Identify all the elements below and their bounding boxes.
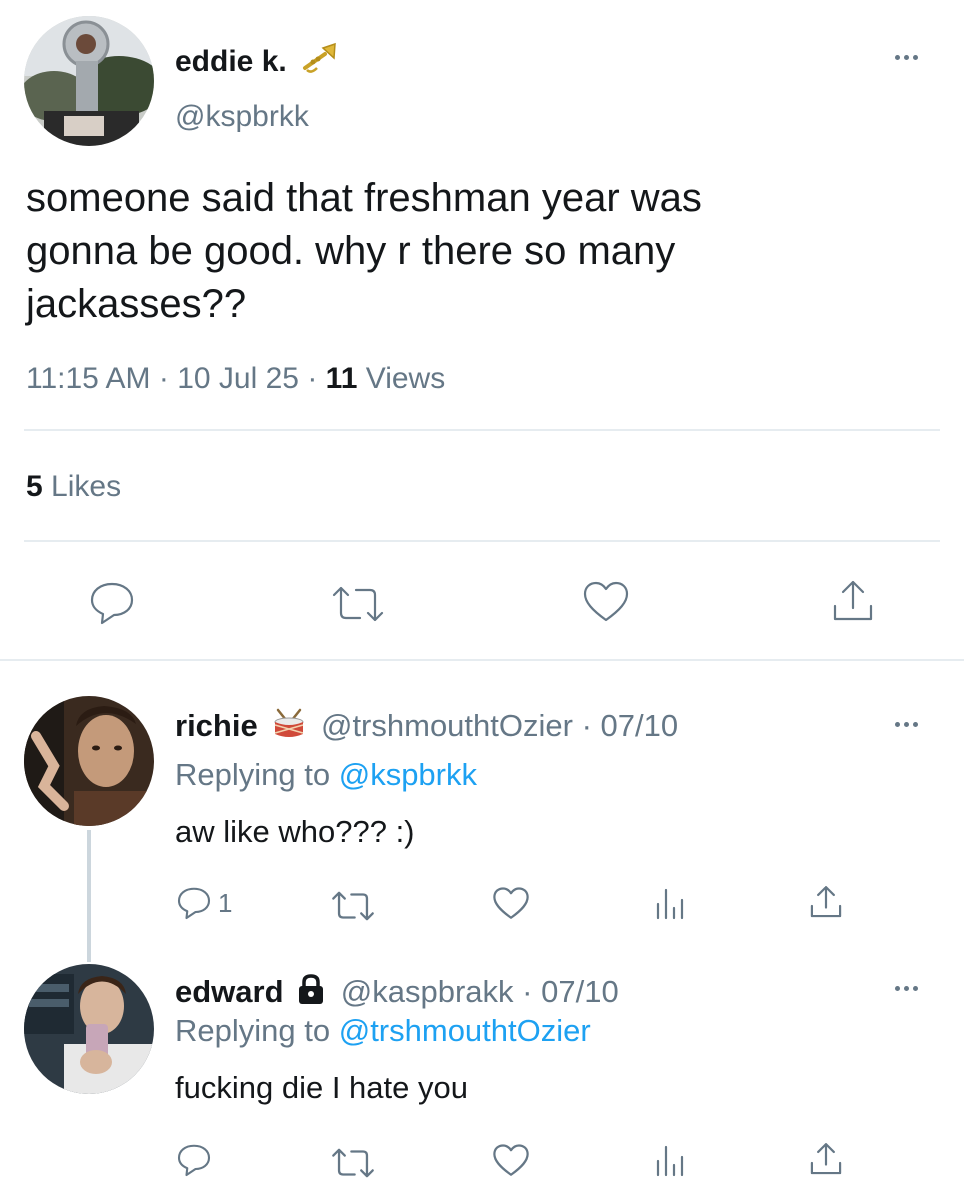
tweet-text-line: someone said that freshman year was <box>26 176 702 220</box>
share-button[interactable] <box>830 578 876 629</box>
divider <box>0 659 964 661</box>
tweet-text-line: gonna be good. why r there so many <box>26 229 676 273</box>
views-stat[interactable]: 11 Views <box>326 362 446 395</box>
retweet-button[interactable] <box>330 585 386 628</box>
avatar-edward[interactable] <box>24 964 154 1094</box>
reply-header: richie @trshmouthtOzier · 07/10 <box>175 708 678 748</box>
share-icon <box>810 886 842 918</box>
author-name[interactable]: eddie k. <box>175 42 339 84</box>
lock-icon <box>296 973 326 1013</box>
analytics-button[interactable] <box>654 886 686 925</box>
more-options-button[interactable] <box>895 722 918 727</box>
share-button[interactable] <box>808 884 844 925</box>
reply-icon <box>177 1144 211 1177</box>
reply-text: aw like who??? :) <box>175 814 415 849</box>
replying-to: Replying to @kspbrkk <box>175 757 477 792</box>
heart-icon <box>493 1144 529 1176</box>
thread-line <box>87 830 91 962</box>
avatar-richie[interactable] <box>24 696 154 826</box>
more-options-button[interactable] <box>895 55 918 60</box>
heart-icon <box>583 581 629 622</box>
reply-date: 07/10 <box>541 974 619 1009</box>
tweet-date: 10 Jul 25 <box>177 362 299 395</box>
divider <box>24 540 940 542</box>
retweet-button[interactable] <box>330 890 376 927</box>
retweet-button[interactable] <box>330 1147 376 1184</box>
reply-text: fucking die I hate you <box>175 1070 468 1105</box>
divider <box>24 429 940 431</box>
retweet-icon <box>332 1148 374 1178</box>
reply-icon <box>177 887 211 920</box>
replying-to-link[interactable]: @trshmouthtOzier <box>339 1013 591 1048</box>
tweet-text: someone said that freshman year was gonn… <box>26 172 926 331</box>
reply-handle[interactable]: @kaspbrakk <box>341 974 514 1009</box>
reply-button[interactable] <box>176 1142 212 1183</box>
like-button[interactable] <box>582 580 630 629</box>
tweet-text-line: jackasses?? <box>26 282 247 326</box>
heart-icon <box>493 887 529 919</box>
like-button[interactable] <box>492 1143 530 1183</box>
analytics-icon <box>656 888 684 920</box>
replying-to-link[interactable]: @kspbrkk <box>339 757 477 792</box>
more-options-button[interactable] <box>895 986 918 991</box>
avatar-eddie[interactable] <box>24 16 154 146</box>
analytics-button[interactable] <box>654 1143 686 1182</box>
avatar-image <box>24 16 154 146</box>
share-icon <box>833 580 873 621</box>
reply-button[interactable] <box>88 580 136 631</box>
replying-to: Replying to @trshmouthtOzier <box>175 1013 591 1048</box>
analytics-icon <box>656 1145 684 1177</box>
reply-handle[interactable]: @trshmouthtOzier <box>321 708 573 743</box>
share-button[interactable] <box>808 1141 844 1182</box>
author-handle[interactable]: @kspbrkk <box>175 100 309 134</box>
avatar-image <box>24 964 154 1094</box>
reply-header: edward @kaspbrakk · 07/10 <box>175 973 619 1013</box>
retweet-icon <box>332 891 374 921</box>
reply-date: 07/10 <box>600 708 679 744</box>
likes-stat[interactable]: 5 Likes <box>26 470 121 504</box>
reply-button[interactable]: 1 <box>176 885 232 921</box>
reply-count: 1 <box>218 887 233 918</box>
reply-icon <box>90 582 134 625</box>
reply-author-name[interactable]: richie <box>175 708 258 743</box>
reply-author-name[interactable]: edward <box>175 974 284 1009</box>
drum-icon <box>272 708 306 748</box>
trumpet-icon <box>301 42 339 84</box>
avatar-image <box>24 696 154 826</box>
retweet-icon <box>332 586 384 622</box>
like-button[interactable] <box>492 886 530 926</box>
share-icon <box>810 1143 842 1175</box>
tweet-meta: 11:15 AM · 10 Jul 25 · 11 Views <box>26 362 446 395</box>
tweet-time: 11:15 AM <box>26 362 151 395</box>
